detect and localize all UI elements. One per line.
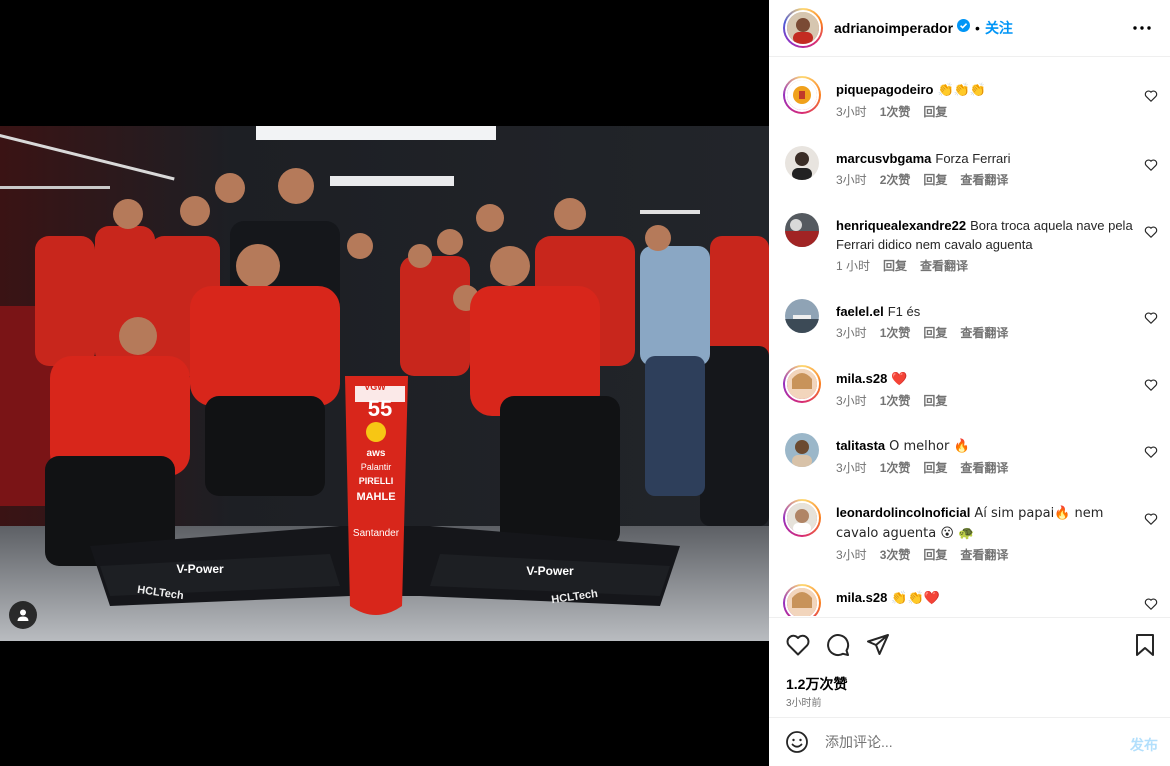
comment-likes[interactable]: 1次赞 bbox=[880, 324, 911, 343]
author-username[interactable]: adrianoimperador bbox=[834, 20, 953, 36]
sponsor-vgw: VGW bbox=[364, 382, 386, 392]
comment-time[interactable]: 3小时 bbox=[836, 459, 867, 478]
reply-button[interactable]: 回复 bbox=[923, 324, 947, 343]
comment-text: F1 és bbox=[887, 304, 921, 319]
post-photo[interactable]: 55 aws Palantir PIRELLI MAHLE Santander … bbox=[0, 126, 769, 641]
comment-username[interactable]: leonardolincolnoficial bbox=[836, 505, 970, 520]
commenter-avatar[interactable] bbox=[783, 499, 821, 537]
likes-count[interactable]: 1.2万次赞 bbox=[786, 674, 847, 694]
comments-list[interactable]: piquepagodeiro 👏👏👏 3小时 1次赞 回复 marcusvbgam… bbox=[769, 58, 1170, 616]
see-translation-button[interactable]: 查看翻译 bbox=[960, 546, 1008, 565]
comment-likes[interactable]: 1次赞 bbox=[880, 392, 911, 411]
comment-bubble-icon[interactable] bbox=[825, 632, 851, 658]
emoji-picker-icon[interactable] bbox=[785, 730, 809, 754]
comment-likes[interactable]: 1次赞 bbox=[880, 103, 911, 122]
comment-likes[interactable]: 1次赞 bbox=[880, 459, 911, 478]
like-comment-icon[interactable] bbox=[1144, 158, 1158, 172]
ferrari-team-photo: 55 aws Palantir PIRELLI MAHLE Santander … bbox=[0, 126, 769, 641]
sponsor-vpower-left: V-Power bbox=[176, 562, 224, 576]
comment-text: Forza Ferrari bbox=[935, 151, 1011, 166]
reply-button[interactable]: 回复 bbox=[923, 171, 947, 190]
comment-input[interactable] bbox=[825, 734, 1105, 750]
comment-username[interactable]: faelel.el bbox=[836, 304, 884, 319]
comment-time[interactable]: 3小时 bbox=[836, 103, 867, 122]
post-comment-button[interactable]: 发布 bbox=[1130, 735, 1158, 755]
comment-username[interactable]: henriquealexandre22 bbox=[836, 218, 966, 233]
like-comment-icon[interactable] bbox=[1144, 89, 1158, 103]
comment-username[interactable]: mila.s28 bbox=[836, 371, 887, 386]
like-comment-icon[interactable] bbox=[1144, 378, 1158, 392]
comment-username[interactable]: mila.s28 bbox=[836, 590, 887, 605]
more-horizontal-icon bbox=[1133, 26, 1151, 30]
sponsor-palantir: Palantir bbox=[361, 462, 392, 472]
comment-text: O melhor 🔥 bbox=[889, 439, 970, 454]
commenter-avatar[interactable] bbox=[785, 146, 819, 180]
comment-likes[interactable]: 3次赞 bbox=[880, 546, 911, 565]
sponsor-mahle: MAHLE bbox=[356, 491, 395, 503]
media-pane: 55 aws Palantir PIRELLI MAHLE Santander … bbox=[0, 0, 769, 766]
car-number: 55 bbox=[368, 396, 392, 421]
comment-composer: 发布 bbox=[769, 717, 1170, 766]
reply-button[interactable]: 回复 bbox=[923, 392, 947, 411]
comment-time[interactable]: 3小时 bbox=[836, 324, 867, 343]
more-options-button[interactable] bbox=[1130, 18, 1154, 38]
reply-button[interactable]: 回复 bbox=[883, 257, 907, 276]
comment-text: 👏👏❤️ bbox=[891, 591, 940, 606]
commenter-avatar[interactable] bbox=[785, 213, 819, 247]
commenter-avatar[interactable] bbox=[783, 76, 821, 114]
reply-button[interactable]: 回复 bbox=[923, 459, 947, 478]
like-comment-icon[interactable] bbox=[1144, 311, 1158, 325]
commenter-avatar[interactable] bbox=[785, 433, 819, 467]
comment-time[interactable]: 3小时 bbox=[836, 546, 867, 565]
like-heart-icon[interactable] bbox=[785, 632, 811, 658]
commenter-avatar[interactable] bbox=[785, 299, 819, 333]
comment-username[interactable]: talitasta bbox=[836, 438, 885, 453]
verified-badge-icon bbox=[957, 19, 971, 37]
post-timestamp[interactable]: 3小时前 bbox=[786, 694, 822, 709]
author-avatar[interactable] bbox=[783, 8, 823, 48]
reply-button[interactable]: 回复 bbox=[923, 546, 947, 565]
commenter-avatar[interactable] bbox=[783, 584, 821, 616]
save-bookmark-icon[interactable] bbox=[1132, 632, 1158, 658]
like-comment-icon[interactable] bbox=[1144, 512, 1158, 526]
post-header: adrianoimperador • 关注 bbox=[769, 0, 1170, 57]
comment-time[interactable]: 1 小时 bbox=[836, 257, 870, 276]
comment-time[interactable]: 3小时 bbox=[836, 392, 867, 411]
share-send-icon[interactable] bbox=[865, 632, 891, 658]
separator-dot: • bbox=[975, 20, 980, 36]
see-translation-button[interactable]: 查看翻译 bbox=[920, 257, 968, 276]
comment-time[interactable]: 3小时 bbox=[836, 171, 867, 190]
user-icon bbox=[17, 609, 29, 621]
sponsor-pirelli: PIRELLI bbox=[359, 476, 394, 486]
see-translation-button[interactable]: 查看翻译 bbox=[960, 324, 1008, 343]
follow-button[interactable]: 关注 bbox=[985, 18, 1013, 38]
comment-username[interactable]: piquepagodeiro bbox=[836, 82, 934, 97]
author-avatar-image bbox=[787, 12, 819, 44]
comment-text: 👏👏👏 bbox=[937, 83, 987, 98]
post-actions: 1.2万次赞 3小时前 bbox=[769, 617, 1170, 717]
comment-username[interactable]: marcusvbgama bbox=[836, 151, 931, 166]
tagged-users-button[interactable] bbox=[9, 601, 37, 629]
sponsor-vpower-right: V-Power bbox=[526, 564, 574, 578]
reply-button[interactable]: 回复 bbox=[923, 103, 947, 122]
sponsor-santander: Santander bbox=[353, 528, 400, 539]
sponsor-aws: aws bbox=[367, 448, 386, 459]
commenter-avatar[interactable] bbox=[783, 365, 821, 403]
comment-text: ❤️ bbox=[891, 372, 908, 387]
like-comment-icon[interactable] bbox=[1144, 445, 1158, 459]
like-comment-icon[interactable] bbox=[1144, 225, 1158, 239]
see-translation-button[interactable]: 查看翻译 bbox=[960, 171, 1008, 190]
see-translation-button[interactable]: 查看翻译 bbox=[960, 459, 1008, 478]
like-comment-icon[interactable] bbox=[1144, 597, 1158, 611]
post-side-panel: adrianoimperador • 关注 piquepagodeiro👏👏👏 bbox=[769, 0, 1170, 766]
comment-likes[interactable]: 2次赞 bbox=[880, 171, 911, 190]
